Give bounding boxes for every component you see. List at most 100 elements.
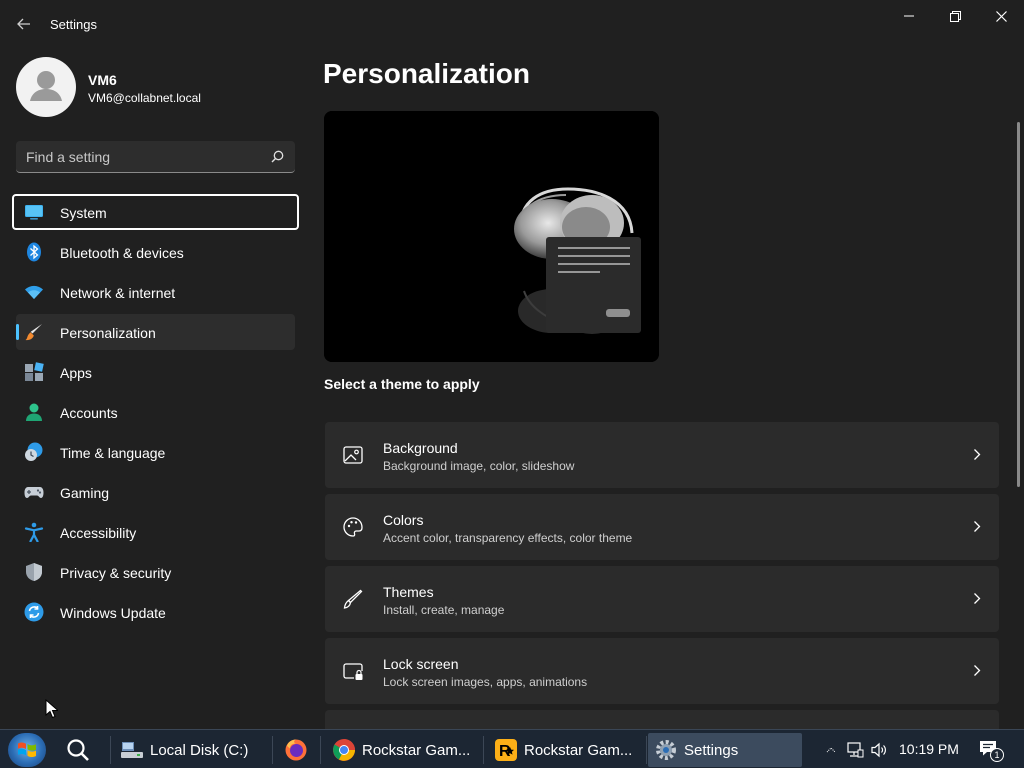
sidebar-item-bluetooth[interactable]: Bluetooth & devices [12,234,299,270]
card-title: Colors [383,512,424,528]
chevron-right-icon [974,449,981,460]
taskbar-item-label: Local Disk (C:) [150,741,249,759]
pen-icon [343,589,363,609]
sidebar-item-accessibility[interactable]: Accessibility [12,514,299,550]
sidebar-item-label: Network & internet [60,285,176,301]
windows-logo-icon [18,742,36,758]
mouse-cursor-icon [45,699,58,719]
card-title: Lock screen [383,656,459,672]
card-colors[interactable]: Colors Accent color, transparency effect… [325,494,999,560]
sidebar-item-network[interactable]: Network & internet [12,274,299,310]
card-subtitle: Install, create, manage [383,603,505,617]
sidebar-item-system[interactable]: System [12,194,299,230]
card-title: Themes [383,584,434,600]
card-subtitle: Lock screen images, apps, animations [383,675,588,689]
sidebar-item-personalization[interactable]: Personalization [16,314,295,350]
notification-center-button[interactable]: 1 [978,738,1004,762]
back-button[interactable] [12,12,36,36]
close-button[interactable] [978,4,1024,28]
chevron-right-icon [974,665,981,676]
taskbar-separator [646,736,647,764]
update-icon [24,602,44,622]
wifi-icon [25,285,43,299]
back-arrow-icon [17,18,30,30]
taskbar-item-rockstar[interactable]: R Rockstar Gam... [494,733,644,767]
chevron-up-icon [826,747,836,753]
sidebar-item-label: Accounts [60,405,118,421]
taskbar-search-button[interactable] [62,735,94,765]
avatar[interactable] [16,57,76,117]
taskbar: Local Disk (C:) Rockstar Gam... R Rockst… [0,729,1024,768]
sidebar-item-label: Apps [60,365,92,381]
sidebar-item-label: Privacy & security [60,565,172,581]
profile-name: VM6 [88,72,117,88]
taskbar-separator [320,736,321,764]
tray-overflow-button[interactable] [826,736,836,764]
profile-email: VM6@collabnet.local [88,91,201,105]
sidebar-item-label: Bluetooth & devices [60,245,184,261]
theme-preview [324,111,659,362]
sidebar-item-label: Windows Update [60,605,166,621]
network-icon [847,742,864,758]
close-icon [995,10,1007,22]
sidebar-item-accounts[interactable]: Accounts [12,394,299,430]
palette-icon [343,517,363,537]
card-title: Background [383,440,458,456]
sidebar-item-gaming[interactable]: Gaming [12,474,299,510]
sidebar-item-label: Personalization [60,325,156,341]
headphones-wallpaper-image [324,111,659,362]
chevron-right-icon [974,593,981,604]
search-icon [67,739,89,761]
minimize-icon [904,15,914,17]
notification-count-badge: 1 [990,748,1004,762]
sidebar-item-label: Gaming [60,485,110,501]
firefox-icon [284,738,308,762]
chrome-icon [332,738,356,762]
lock-screen-icon [343,663,363,680]
brush-icon [25,324,42,341]
card-lock-screen[interactable]: Lock screen Lock screen images, apps, an… [325,638,999,704]
card-subtitle: Accent color, transparency effects, colo… [383,531,633,545]
sidebar-item-label: Time & language [60,445,166,461]
rockstar-icon: R [494,738,518,762]
taskbar-separator [272,736,273,764]
taskbar-item-label: Settings [684,741,739,759]
start-button[interactable] [8,733,46,767]
card-themes[interactable]: Themes Install, create, manage [325,566,999,632]
minimize-button[interactable] [886,4,932,28]
title-bar: Settings [0,0,1024,48]
taskbar-item-firefox[interactable] [284,733,310,767]
taskbar-item-label: Rockstar Gam... [524,741,633,759]
settings-cards: Background Background image, color, slid… [325,422,999,736]
system-icon [25,205,43,220]
restore-button[interactable] [932,4,978,28]
card-partial[interactable] [325,710,999,730]
taskbar-item-chrome[interactable]: Rockstar Gam... [332,733,480,767]
taskbar-item-settings[interactable]: Settings [648,733,802,767]
accessibility-icon [24,522,44,542]
card-background[interactable]: Background Background image, color, slid… [325,422,999,488]
user-placeholder-icon [30,71,62,101]
scrollbar-thumb[interactable] [1017,122,1020,487]
search-box[interactable] [16,141,295,173]
sidebar-item-apps[interactable]: Apps [12,354,299,390]
search-input[interactable] [26,147,256,167]
person-icon [26,403,42,421]
search-icon [271,150,284,163]
page-title: Personalization [323,58,530,89]
sidebar-item-privacy-security[interactable]: Privacy & security [12,554,299,590]
taskbar-separator [110,736,111,764]
taskbar-clock[interactable]: 10:19 PM [899,741,959,757]
clock-globe-icon [25,442,43,461]
folder-drive-icon [120,738,144,762]
sidebar-item-time-language[interactable]: Time & language [12,434,299,470]
sidebar-item-windows-update[interactable]: Windows Update [12,594,299,630]
sidebar-item-label: Accessibility [60,525,137,541]
theme-section-label: Select a theme to apply [324,376,480,392]
card-subtitle: Background image, color, slideshow [383,459,575,473]
tray-volume-button[interactable] [870,736,888,764]
restore-icon [949,10,961,22]
shield-icon [26,563,42,581]
tray-network-button[interactable] [846,736,864,764]
taskbar-item-local-disk[interactable]: Local Disk (C:) [120,733,270,767]
